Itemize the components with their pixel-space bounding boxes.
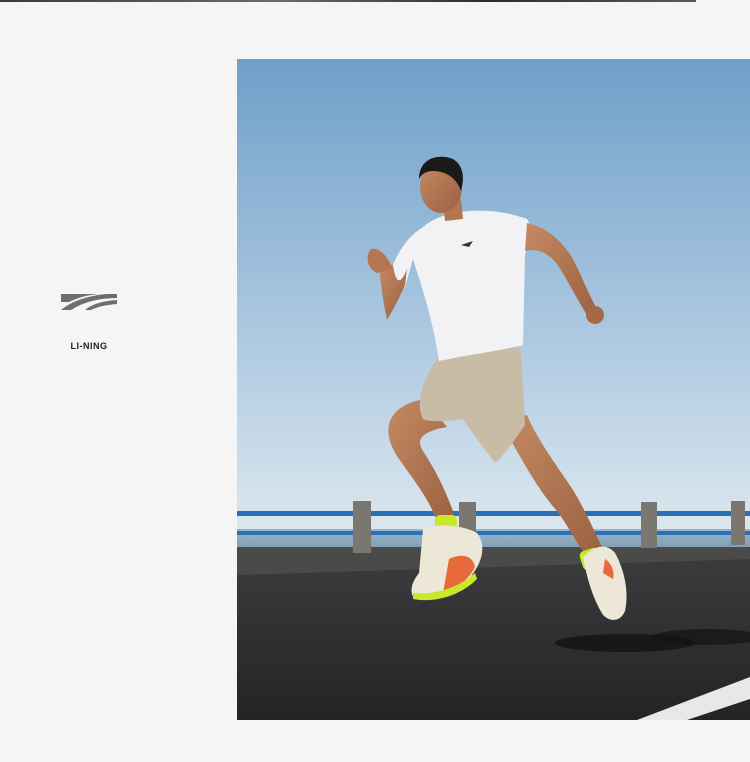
brand-name: LI-NING (70, 341, 108, 351)
brand-block: LI-NING (48, 292, 130, 351)
runner-illustration (237, 59, 750, 720)
li-ning-logo-icon (61, 294, 117, 310)
top-divider (0, 0, 696, 2)
hero-photo (237, 59, 750, 720)
